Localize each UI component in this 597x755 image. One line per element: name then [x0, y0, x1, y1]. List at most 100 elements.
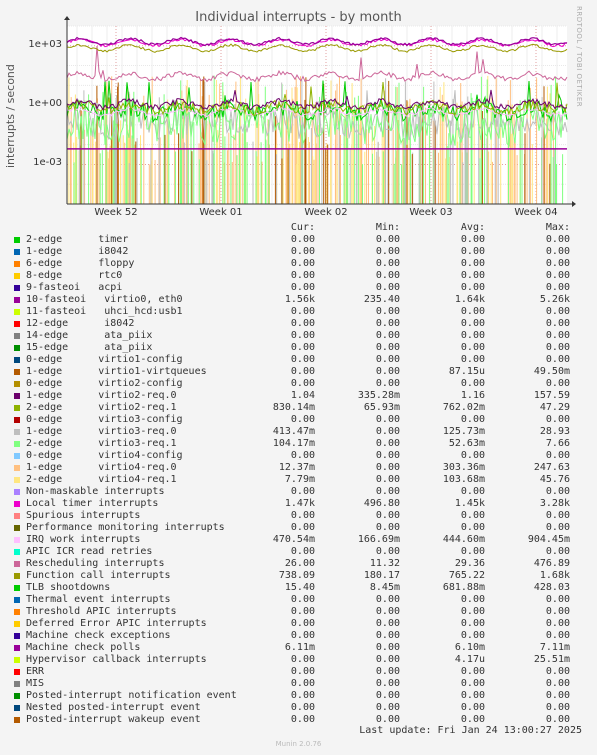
legend-value-cur: 0.00 — [290, 702, 315, 713]
legend-swatch — [14, 597, 20, 603]
legend-value-cur: 0.00 — [290, 318, 315, 329]
legend-row: Rescheduling interrupts 26.00 11.32 29.36 47… — [0, 558, 597, 570]
legend-value-avg: 52.63m — [448, 438, 485, 449]
legend-value-max: 0.00 — [545, 486, 570, 497]
legend-row: 1-edge virtio1-virtqueues 0.00 0.00 87.15u 4… — [0, 366, 597, 378]
legend-value-max: 0.00 — [545, 450, 570, 461]
legend-series-name: Deferred Error APIC interrupts — [26, 618, 207, 629]
legend-row: 10-fasteoi virtio0, eth0 1.56k 235.40 1.64k… — [0, 294, 597, 306]
legend-series-name: 8-edge rtc0 — [26, 270, 123, 281]
legend-swatch — [14, 525, 20, 531]
legend-row: ERR 0.00 0.00 0.00 0.00 — [0, 666, 597, 678]
legend-series-name: ERR — [26, 666, 45, 677]
legend-row: Posted-interrupt notification event 0.00 0… — [0, 690, 597, 702]
legend-value-max: 0.00 — [545, 306, 570, 317]
legend-swatch — [14, 321, 20, 327]
legend-value-avg: 4.17u — [454, 654, 485, 665]
legend-value-min: 0.00 — [375, 690, 400, 701]
legend-value-cur: 0.00 — [290, 690, 315, 701]
legend-value-cur: 0.00 — [290, 546, 315, 557]
legend-value-min: 0.00 — [375, 510, 400, 521]
legend-value-max: 0.00 — [545, 414, 570, 425]
legend-series-name: Machine check exceptions — [26, 630, 171, 641]
legend-value-max: 3.28k — [539, 498, 570, 509]
legend-swatch — [14, 609, 20, 615]
legend-swatch — [14, 477, 20, 483]
legend-swatch — [14, 441, 20, 447]
legend-value-avg: 87.15u — [448, 366, 485, 377]
legend-value-avg: 29.36 — [454, 558, 485, 569]
legend-series-name: 11-fasteoi uhci_hcd:usb1 — [26, 306, 183, 317]
legend-value-max: 45.76 — [539, 474, 570, 485]
legend-value-min: 0.00 — [375, 246, 400, 257]
legend-value-avg: 303.36m — [442, 462, 485, 473]
legend-value-cur: 6.11m — [284, 642, 315, 653]
legend-value-cur: 26.00 — [284, 558, 315, 569]
legend-swatch — [14, 573, 20, 579]
legend-value-max: 0.00 — [545, 594, 570, 605]
legend-swatch — [14, 549, 20, 555]
legend-value-avg: 0.00 — [460, 450, 485, 461]
legend-value-avg: 0.00 — [460, 282, 485, 293]
legend-swatch — [14, 249, 20, 255]
legend-value-cur: 0.00 — [290, 522, 315, 533]
legend-swatch — [14, 561, 20, 567]
y-axis-arrow — [64, 16, 70, 20]
legend-row: Local timer interrupts 1.47k 496.80 1.45k 3.… — [0, 498, 597, 510]
legend-value-max: 0.00 — [545, 270, 570, 281]
legend-row: 2-edge virtio3-req.1 104.17m 0.00 52.63m 7.6… — [0, 438, 597, 450]
legend-header-max: Max: — [545, 222, 570, 233]
legend-row: APIC ICR read retries 0.00 0.00 0.00 0.00 — [0, 546, 597, 558]
legend-value-cur: 0.00 — [290, 414, 315, 425]
legend-value-cur: 0.00 — [290, 342, 315, 353]
legend-header-cur: Cur: — [290, 222, 315, 233]
legend-series-name: 2-edge virtio2-req.1 — [26, 402, 177, 413]
legend-value-cur: 738.09 — [278, 570, 315, 581]
legend-value-avg: 0.00 — [460, 378, 485, 389]
legend-value-avg: 0.00 — [460, 594, 485, 605]
legend-value-avg: 0.00 — [460, 666, 485, 677]
legend-value-cur: 1.47k — [284, 498, 315, 509]
legend-value-cur: 0.00 — [290, 606, 315, 617]
legend-swatch — [14, 261, 20, 267]
legend-row: 0-edge virtio3-config 0.00 0.00 0.00 0.00 — [0, 414, 597, 426]
legend-swatch — [14, 393, 20, 399]
last-update: Last update: Fri Jan 24 13:00:27 2025 — [359, 725, 582, 736]
legend-value-avg: 1.64k — [454, 294, 485, 305]
legend-value-min: 0.00 — [375, 342, 400, 353]
legend-value-cur: 0.00 — [290, 510, 315, 521]
legend-series-name: Posted-interrupt notification event — [26, 690, 237, 701]
legend-series-name: 0-edge virtio4-config — [26, 450, 183, 461]
legend-swatch — [14, 633, 20, 639]
legend-value-min: 11.32 — [369, 558, 400, 569]
legend-value-cur: 0.00 — [290, 354, 315, 365]
legend-value-min: 65.93m — [363, 402, 400, 413]
legend-series-name: 1-edge i8042 — [26, 246, 129, 257]
legend-row: 0-edge virtio1-config 0.00 0.00 0.00 0.00 — [0, 354, 597, 366]
munin-version: Munin 2.0.76 — [275, 740, 322, 748]
legend-value-cur: 0.00 — [290, 678, 315, 689]
legend-swatch — [14, 513, 20, 519]
legend-swatch — [14, 453, 20, 459]
legend-value-avg: 0.00 — [460, 270, 485, 281]
legend-value-cur: 0.00 — [290, 450, 315, 461]
legend-series-name: 15-edge ata_piix — [26, 342, 153, 353]
legend-value-avg: 0.00 — [460, 618, 485, 629]
legend-value-max: 1.68k — [539, 570, 570, 581]
legend-value-min: 0.00 — [375, 450, 400, 461]
legend-value-max: 0.00 — [545, 690, 570, 701]
legend-value-cur: 1.56k — [284, 294, 315, 305]
legend-value-min: 0.00 — [375, 666, 400, 677]
x-tick-label: Week 01 — [199, 207, 243, 218]
legend-series-name: 10-fasteoi virtio0, eth0 — [26, 294, 183, 305]
legend-value-max: 0.00 — [545, 342, 570, 353]
legend-value-max: 904.45m — [527, 534, 570, 545]
legend-series-name: Non-maskable interrupts — [26, 486, 165, 497]
legend-value-avg: 444.60m — [442, 534, 485, 545]
legend-value-max: 0.00 — [545, 546, 570, 557]
legend-value-avg: 6.10m — [454, 642, 485, 653]
legend-value-min: 0.00 — [375, 270, 400, 281]
legend-value-min: 0.00 — [375, 438, 400, 449]
legend-value-avg: 0.00 — [460, 306, 485, 317]
legend-swatch — [14, 537, 20, 543]
